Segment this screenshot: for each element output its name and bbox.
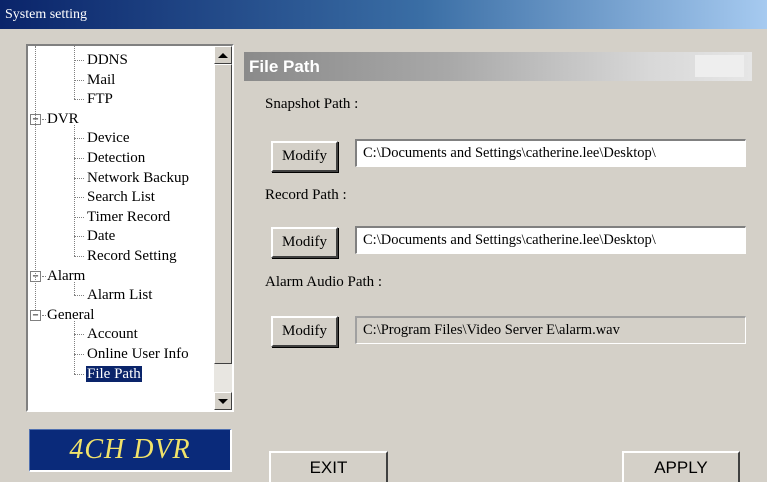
tree-item[interactable]: Alarm List <box>86 286 153 304</box>
tree-item[interactable]: Network Backup <box>86 169 190 187</box>
window-title: System setting <box>0 0 767 29</box>
modify-alarm-audio-path-button[interactable]: Modify <box>271 316 338 347</box>
snapshot-path-label: Snapshot Path : <box>265 96 359 112</box>
record-path-label: Record Path : <box>265 187 347 203</box>
tree-connector <box>74 99 84 100</box>
tree-item-label: Alarm List <box>87 287 153 303</box>
tree-item[interactable]: Online User Info <box>86 345 190 363</box>
tree-item-label: Search List <box>87 189 155 205</box>
settings-tree: DDNS Mail FTP DVR − Device Detection Network Ba… <box>28 46 214 410</box>
scroll-up-button[interactable] <box>214 46 232 64</box>
arrow-up-icon <box>218 52 228 58</box>
panel-header: File Path <box>244 52 752 81</box>
tree-item[interactable]: Alarm <box>46 267 86 285</box>
tree-item-label: FTP <box>87 91 113 107</box>
tree-connector <box>74 138 84 139</box>
tree-item[interactable]: Mail <box>86 71 116 89</box>
tree-connector <box>42 315 46 316</box>
tree-scrollbar[interactable] <box>214 46 232 410</box>
tree-item-label: Date <box>87 228 116 244</box>
logo-text: 4CH DVR <box>69 434 191 465</box>
tree-item-label: Detection <box>87 150 146 166</box>
tree-connector <box>74 236 84 237</box>
snapshot-path-input[interactable] <box>355 139 746 167</box>
dvr-logo: 4CH DVR <box>29 429 232 472</box>
tree-item-label: General <box>47 307 95 323</box>
record-path-input[interactable] <box>355 226 746 254</box>
tree-item[interactable]: File Path <box>86 365 142 383</box>
tree-connector <box>42 276 46 277</box>
tree-item[interactable]: General <box>46 306 95 324</box>
tree-connector <box>35 46 36 310</box>
tree-item[interactable]: Detection <box>86 149 146 167</box>
tree-item-label: DDNS <box>87 52 128 68</box>
tree-item-label: Alarm <box>47 268 86 284</box>
tree-item-label: Timer Record <box>87 209 171 225</box>
tree-connector <box>74 125 75 256</box>
tree-connector <box>42 119 46 120</box>
tree-item[interactable]: Device <box>86 129 130 147</box>
panel-title: File Path <box>249 57 320 76</box>
modify-snapshot-path-button[interactable]: Modify <box>271 141 338 172</box>
tree-connector <box>74 295 84 296</box>
tree-item[interactable]: DDNS <box>86 51 129 69</box>
tree-connector <box>74 217 84 218</box>
tree-connector <box>74 354 84 355</box>
alarm-audio-path-input[interactable] <box>355 316 746 344</box>
tree-item-label: Mail <box>87 72 116 88</box>
settings-tree-panel: DDNS Mail FTP DVR − Device Detection Network Ba… <box>26 44 234 412</box>
tree-item-label: Online User Info <box>87 346 189 362</box>
arrow-down-icon <box>218 398 228 404</box>
tree-connector <box>74 46 75 99</box>
scroll-thumb[interactable] <box>214 64 232 364</box>
tree-item-label: Device <box>87 130 130 146</box>
exit-button[interactable]: EXIT <box>269 451 388 482</box>
tree-item-label: File Path <box>86 366 142 382</box>
scroll-down-button[interactable] <box>214 392 232 410</box>
tree-item[interactable]: Timer Record <box>86 208 171 226</box>
tree-connector <box>74 334 84 335</box>
tree-connector <box>74 321 75 374</box>
tree-connector <box>74 80 84 81</box>
tree-connector <box>74 197 84 198</box>
header-decoration <box>695 55 744 77</box>
tree-item[interactable]: Record Setting <box>86 247 178 265</box>
tree-connector <box>74 60 84 61</box>
tree-connector <box>74 178 84 179</box>
collapse-icon[interactable]: − <box>30 310 41 321</box>
modify-record-path-button[interactable]: Modify <box>271 227 338 258</box>
tree-item-label: Network Backup <box>87 170 190 186</box>
tree-item[interactable]: FTP <box>86 90 114 108</box>
tree-connector <box>74 158 84 159</box>
tree-connector <box>74 282 75 295</box>
tree-item-label: Record Setting <box>87 248 177 264</box>
tree-item[interactable]: Search List <box>86 188 156 206</box>
tree-item-label: Account <box>87 326 138 342</box>
tree-connector <box>74 374 84 375</box>
tree-item[interactable]: Account <box>86 325 139 343</box>
apply-button[interactable]: APPLY <box>622 451 740 482</box>
alarm-audio-path-label: Alarm Audio Path : <box>265 274 383 290</box>
tree-item[interactable]: Date <box>86 227 116 245</box>
tree-connector <box>74 256 84 257</box>
